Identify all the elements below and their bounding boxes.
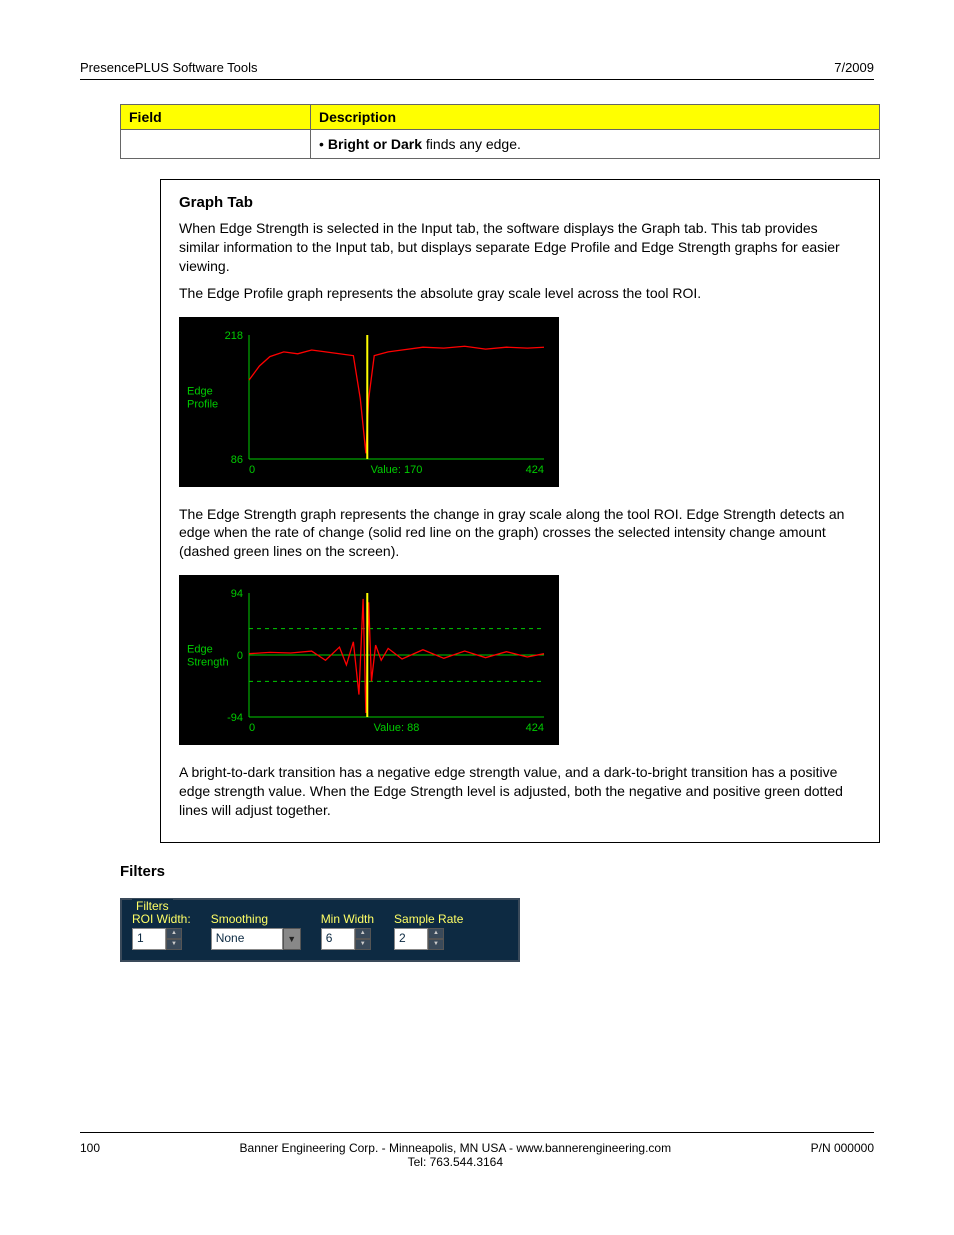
graph-tab-p2: The Edge Profile graph represents the ab… [179,284,861,303]
filters-legend: Filters [132,899,173,913]
graph-tab-box: Graph Tab When Edge Strength is selected… [160,179,880,843]
roi-width-label: ROI Width: [132,912,191,926]
svg-text:Value: 88: Value: 88 [374,722,420,734]
spin-up-icon[interactable]: ▲ [428,928,444,939]
page-footer: 100 Banner Engineering Corp. - Minneapol… [80,1132,874,1169]
spin-up-icon[interactable]: ▲ [355,928,371,939]
header-left: PresencePLUS Software Tools [80,60,258,75]
svg-text:424: 424 [526,722,544,734]
graph-tab-p4: A bright-to-dark transition has a negati… [179,763,861,820]
svg-text:Strength: Strength [187,657,229,669]
roi-width-value[interactable]: 1 [132,928,166,950]
header-right: 7/2009 [834,60,874,75]
min-width-label: Min Width [321,912,374,926]
roi-width-spinner[interactable]: 1 ▲ ▼ [132,928,191,950]
graph-tab-p1: When Edge Strength is selected in the In… [179,219,861,276]
svg-text:Value: 170: Value: 170 [371,464,423,476]
footer-tel: Tel: 763.544.3164 [100,1155,811,1169]
svg-text:86: 86 [231,454,243,466]
min-width-spinner[interactable]: 6 ▲ ▼ [321,928,374,950]
sample-rate-value[interactable]: 2 [394,928,428,950]
sample-rate-label: Sample Rate [394,912,463,926]
smoothing-dropdown[interactable]: None ▼ [211,928,301,950]
svg-text:0: 0 [249,722,255,734]
spin-down-icon[interactable]: ▼ [166,939,182,950]
filters-heading: Filters [120,863,874,880]
graph-tab-title: Graph Tab [179,194,861,211]
svg-text:Edge: Edge [187,644,213,656]
th-description: Description [311,105,880,130]
field-description-table: Field Description • Bright or Dark finds… [120,104,880,159]
spin-up-icon[interactable]: ▲ [166,928,182,939]
svg-text:218: 218 [225,330,243,342]
spin-down-icon[interactable]: ▼ [355,939,371,950]
desc-bold: Bright or Dark [328,136,422,152]
svg-text:0: 0 [237,650,243,662]
bullet: • [319,136,324,152]
svg-text:94: 94 [231,588,243,600]
footer-pn: P/N 000000 [811,1141,874,1169]
svg-text:Edge: Edge [187,385,213,397]
smoothing-value[interactable]: None [211,928,283,950]
edge-strength-graph: -94 0 94 0 424 Value: 88 EdgeStrength [179,575,559,745]
edge-profile-graph: 86 218 0 424 Value: 170 EdgeProfile [179,317,559,487]
table-row: • Bright or Dark finds any edge. [121,130,880,159]
svg-text:Profile: Profile [187,398,218,410]
th-field: Field [121,105,311,130]
filters-panel: Filters ROI Width: 1 ▲ ▼ Smoothing None … [120,898,520,962]
spin-down-icon[interactable]: ▼ [428,939,444,950]
sample-rate-spinner[interactable]: 2 ▲ ▼ [394,928,463,950]
page-header: PresencePLUS Software Tools 7/2009 [80,60,874,80]
smoothing-label: Smoothing [211,912,301,926]
svg-text:-94: -94 [227,712,243,724]
chevron-down-icon[interactable]: ▼ [283,928,301,950]
footer-company: Banner Engineering Corp. - Minneapolis, … [100,1141,811,1155]
cell-description: • Bright or Dark finds any edge. [311,130,880,159]
min-width-value[interactable]: 6 [321,928,355,950]
footer-page-number: 100 [80,1141,100,1169]
svg-text:0: 0 [249,464,255,476]
cell-field [121,130,311,159]
graph-tab-p3: The Edge Strength graph represents the c… [179,505,861,562]
desc-rest: finds any edge. [422,136,521,152]
svg-text:424: 424 [526,464,544,476]
